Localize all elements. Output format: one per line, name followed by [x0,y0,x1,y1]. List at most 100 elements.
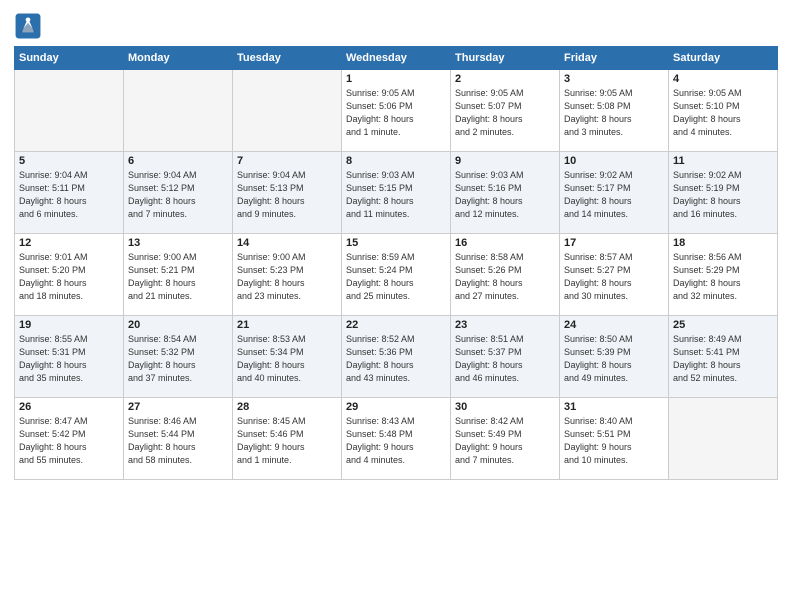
cell-info: Sunrise: 9:03 AMSunset: 5:15 PMDaylight:… [346,169,446,221]
cell-info: Sunrise: 8:50 AMSunset: 5:39 PMDaylight:… [564,333,664,385]
cell-info: Sunrise: 8:49 AMSunset: 5:41 PMDaylight:… [673,333,773,385]
cal-cell: 30Sunrise: 8:42 AMSunset: 5:49 PMDayligh… [451,398,560,480]
day-number: 16 [455,237,555,249]
cal-cell: 22 Sunrise: 8:52 AMSunset: 5:36 PMDayligh… [342,316,451,398]
day-number: 9 [455,155,555,167]
day-number: 4 [673,73,773,85]
cal-cell [669,398,778,480]
day-number: 30 [455,401,555,413]
cal-cell: 16 Sunrise: 8:58 AMSunset: 5:26 PMDayligh… [451,234,560,316]
cal-cell: 27 Sunrise: 8:46 AMSunset: 5:44 PMDayligh… [124,398,233,480]
day-number: 28 [237,401,337,413]
cal-cell [124,70,233,152]
day-number: 8 [346,155,446,167]
cell-info: Sunrise: 9:05 AMSunset: 5:07 PMDaylight:… [455,87,555,139]
logo-icon [14,12,42,40]
day-number: 11 [673,155,773,167]
day-number: 31 [564,401,664,413]
day-number: 26 [19,401,119,413]
header [14,12,778,40]
cell-info: Sunrise: 9:04 AMSunset: 5:11 PMDaylight:… [19,169,119,221]
day-number: 14 [237,237,337,249]
cal-cell: 8 Sunrise: 9:03 AMSunset: 5:15 PMDaylight… [342,152,451,234]
day-header-sunday: Sunday [15,47,124,70]
cell-info: Sunrise: 8:47 AMSunset: 5:42 PMDaylight:… [19,415,119,467]
day-number: 29 [346,401,446,413]
cal-cell: 23 Sunrise: 8:51 AMSunset: 5:37 PMDayligh… [451,316,560,398]
cal-cell: 2 Sunrise: 9:05 AMSunset: 5:07 PMDaylight… [451,70,560,152]
cell-info: Sunrise: 8:58 AMSunset: 5:26 PMDaylight:… [455,251,555,303]
cal-cell: 17Sunrise: 8:57 AMSunset: 5:27 PMDayligh… [560,234,669,316]
week-row-3: 19 Sunrise: 8:55 AMSunset: 5:31 PMDayligh… [15,316,778,398]
day-header-monday: Monday [124,47,233,70]
day-header-thursday: Thursday [451,47,560,70]
day-number: 17 [564,237,664,249]
day-number: 20 [128,319,228,331]
day-number: 7 [237,155,337,167]
cell-info: Sunrise: 8:59 AMSunset: 5:24 PMDaylight:… [346,251,446,303]
day-number: 18 [673,237,773,249]
day-number: 25 [673,319,773,331]
cell-info: Sunrise: 9:05 AMSunset: 5:08 PMDaylight:… [564,87,664,139]
cell-info: Sunrise: 8:46 AMSunset: 5:44 PMDaylight:… [128,415,228,467]
day-header-friday: Friday [560,47,669,70]
cell-info: Sunrise: 9:00 AMSunset: 5:23 PMDaylight:… [237,251,337,303]
cal-cell: 14 Sunrise: 9:00 AMSunset: 5:23 PMDayligh… [233,234,342,316]
cal-cell: 7 Sunrise: 9:04 AMSunset: 5:13 PMDaylight… [233,152,342,234]
calendar-table: SundayMondayTuesdayWednesdayThursdayFrid… [14,46,778,480]
cell-info: Sunrise: 8:43 AMSunset: 5:48 PMDaylight:… [346,415,446,467]
cell-info: Sunrise: 8:40 AMSunset: 5:51 PMDaylight:… [564,415,664,467]
cal-cell: 1Sunrise: 9:05 AMSunset: 5:06 PMDaylight… [342,70,451,152]
day-number: 19 [19,319,119,331]
cell-info: Sunrise: 8:53 AMSunset: 5:34 PMDaylight:… [237,333,337,385]
cal-cell: 4 Sunrise: 9:05 AMSunset: 5:10 PMDaylight… [669,70,778,152]
day-number: 21 [237,319,337,331]
cal-cell: 3 Sunrise: 9:05 AMSunset: 5:08 PMDaylight… [560,70,669,152]
day-number: 3 [564,73,664,85]
day-number: 23 [455,319,555,331]
cell-info: Sunrise: 8:54 AMSunset: 5:32 PMDaylight:… [128,333,228,385]
week-row-1: 5 Sunrise: 9:04 AMSunset: 5:11 PMDaylight… [15,152,778,234]
cal-cell: 21 Sunrise: 8:53 AMSunset: 5:34 PMDayligh… [233,316,342,398]
cell-info: Sunrise: 9:04 AMSunset: 5:13 PMDaylight:… [237,169,337,221]
cell-info: Sunrise: 8:56 AMSunset: 5:29 PMDaylight:… [673,251,773,303]
cal-cell: 29 Sunrise: 8:43 AMSunset: 5:48 PMDayligh… [342,398,451,480]
cell-info: Sunrise: 9:03 AMSunset: 5:16 PMDaylight:… [455,169,555,221]
cal-cell: 20 Sunrise: 8:54 AMSunset: 5:32 PMDayligh… [124,316,233,398]
cell-info: Sunrise: 9:04 AMSunset: 5:12 PMDaylight:… [128,169,228,221]
cal-cell: 9 Sunrise: 9:03 AMSunset: 5:16 PMDaylight… [451,152,560,234]
cell-info: Sunrise: 8:55 AMSunset: 5:31 PMDaylight:… [19,333,119,385]
cal-cell: 25 Sunrise: 8:49 AMSunset: 5:41 PMDayligh… [669,316,778,398]
cell-info: Sunrise: 8:52 AMSunset: 5:36 PMDaylight:… [346,333,446,385]
day-header-saturday: Saturday [669,47,778,70]
day-number: 1 [346,73,446,85]
cal-cell: 31 Sunrise: 8:40 AMSunset: 5:51 PMDayligh… [560,398,669,480]
page-container: SundayMondayTuesdayWednesdayThursdayFrid… [0,0,792,612]
day-number: 5 [19,155,119,167]
cal-cell: 5 Sunrise: 9:04 AMSunset: 5:11 PMDaylight… [15,152,124,234]
day-number: 27 [128,401,228,413]
day-number: 12 [19,237,119,249]
cell-info: Sunrise: 9:01 AMSunset: 5:20 PMDaylight:… [19,251,119,303]
cell-info: Sunrise: 9:05 AMSunset: 5:10 PMDaylight:… [673,87,773,139]
cal-cell: 10 Sunrise: 9:02 AMSunset: 5:17 PMDayligh… [560,152,669,234]
day-number: 13 [128,237,228,249]
cell-info: Sunrise: 8:51 AMSunset: 5:37 PMDaylight:… [455,333,555,385]
cal-cell: 18 Sunrise: 8:56 AMSunset: 5:29 PMDayligh… [669,234,778,316]
day-header-row: SundayMondayTuesdayWednesdayThursdayFrid… [15,47,778,70]
logo [14,12,44,40]
day-number: 2 [455,73,555,85]
week-row-4: 26 Sunrise: 8:47 AMSunset: 5:42 PMDayligh… [15,398,778,480]
cal-cell: 19 Sunrise: 8:55 AMSunset: 5:31 PMDayligh… [15,316,124,398]
week-row-2: 12 Sunrise: 9:01 AMSunset: 5:20 PMDayligh… [15,234,778,316]
cell-info: Sunrise: 9:02 AMSunset: 5:17 PMDaylight:… [564,169,664,221]
day-number: 24 [564,319,664,331]
day-number: 10 [564,155,664,167]
cal-cell: 28Sunrise: 8:45 AMSunset: 5:46 PMDayligh… [233,398,342,480]
cell-info: Sunrise: 9:00 AMSunset: 5:21 PMDaylight:… [128,251,228,303]
day-number: 22 [346,319,446,331]
cal-cell: 24 Sunrise: 8:50 AMSunset: 5:39 PMDayligh… [560,316,669,398]
cal-cell: 26 Sunrise: 8:47 AMSunset: 5:42 PMDayligh… [15,398,124,480]
day-number: 15 [346,237,446,249]
day-number: 6 [128,155,228,167]
